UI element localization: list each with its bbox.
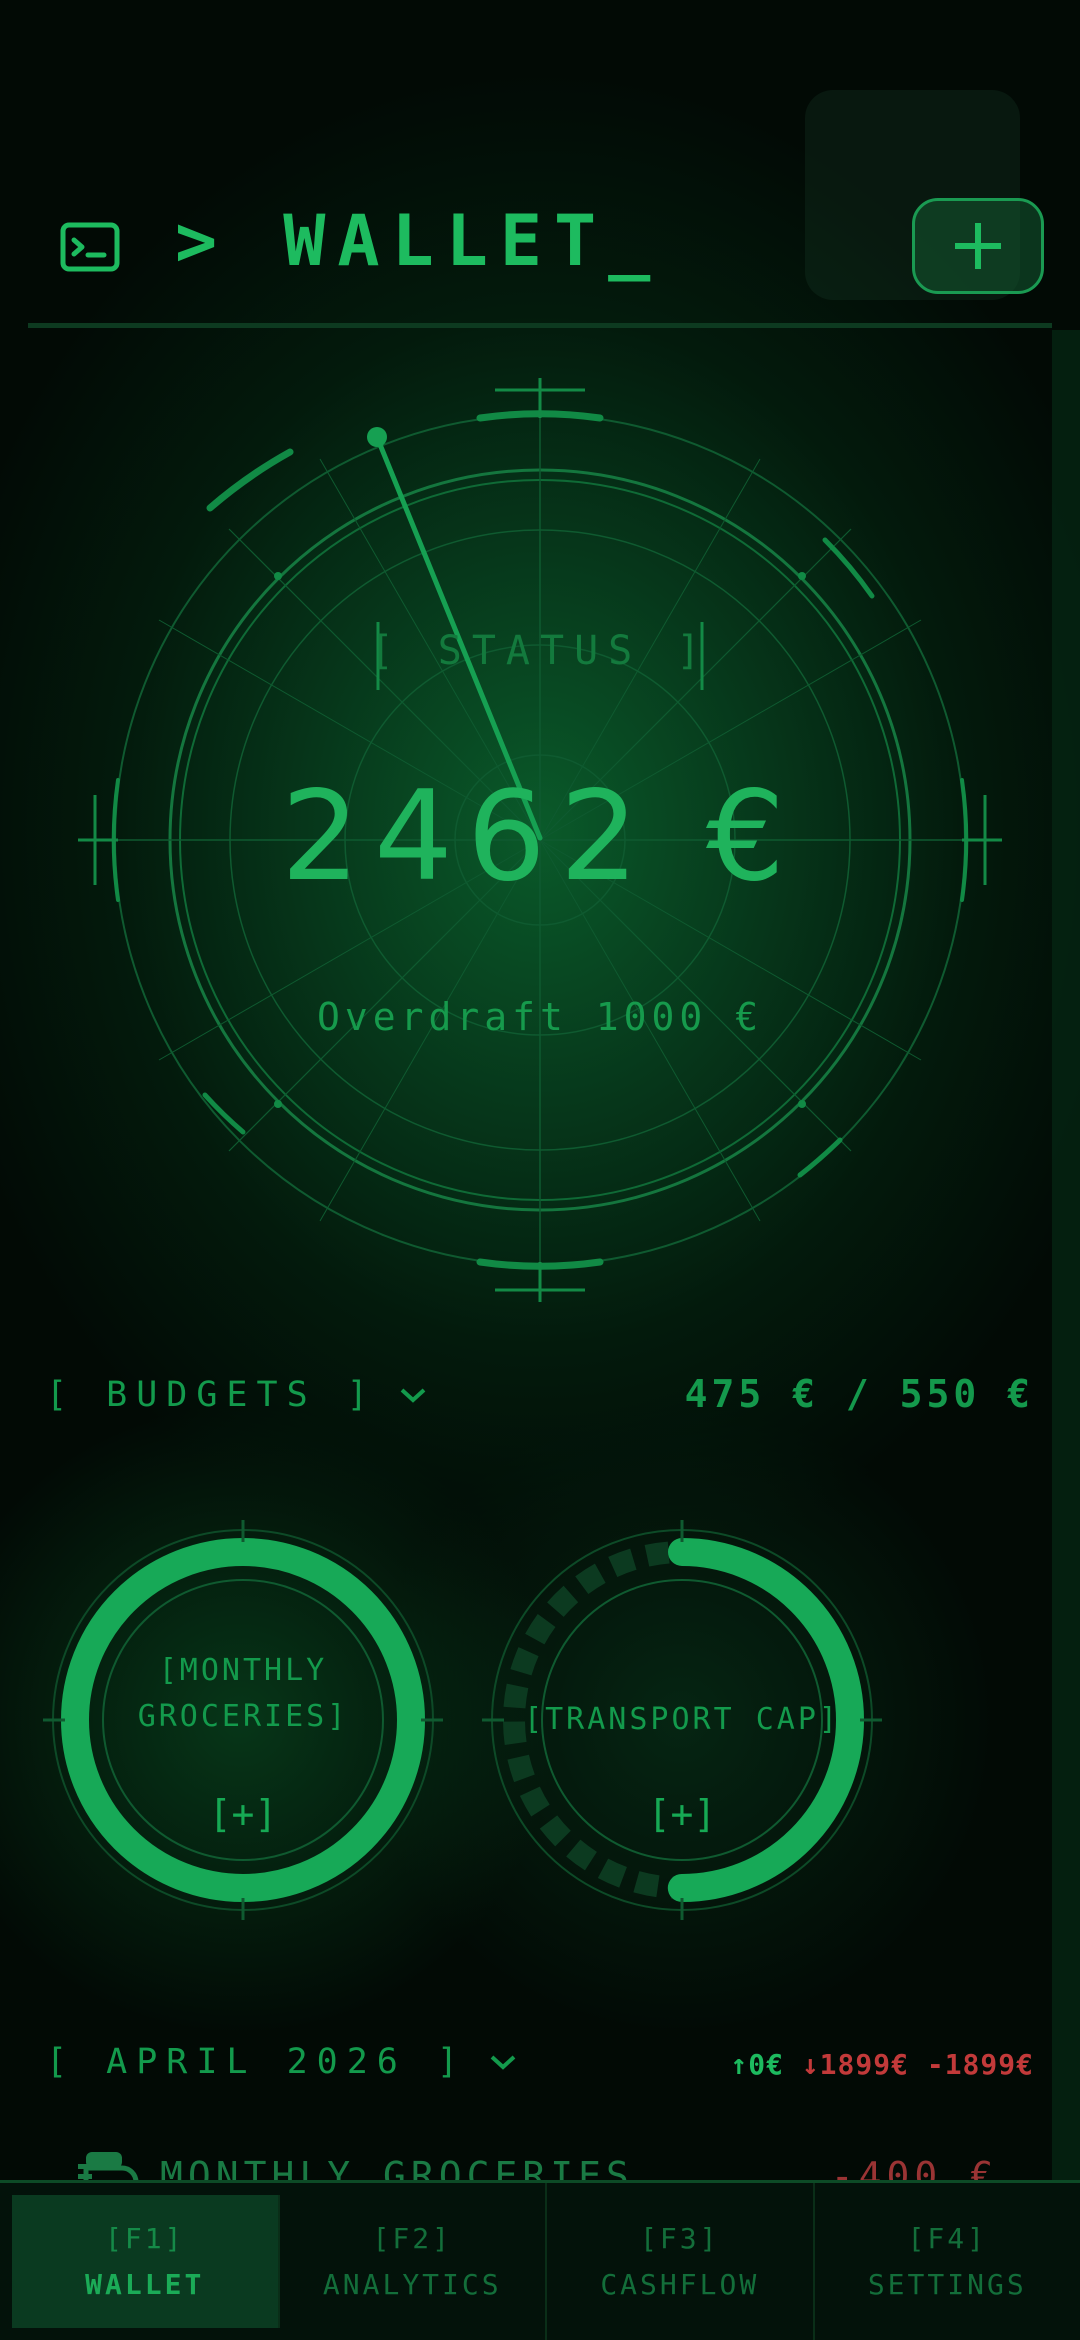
month-summary: ↑0€ ↓1899€ -1899€ [730,2048,1034,2081]
page-title: > WALLET_ [175,200,663,282]
tab-label: SETTINGS [867,2267,1027,2301]
tab-analytics[interactable]: [F2] ANALYTICS [280,2183,547,2340]
app-header: > WALLET_ [0,0,1080,330]
tab-label: WALLET [85,2267,205,2301]
month-label: [ APRIL 2026 ] [46,2042,468,2082]
plus-icon [955,223,1001,269]
overdraft-limit: Overdraft 1000 € [316,995,764,1039]
chevron-down-icon [400,1388,426,1403]
bottom-nav: [F1] WALLET [F2] ANALYTICS [F3] CASHFLOW… [0,2180,1080,2340]
budget-ring-transport[interactable]: [TRANSPORT CAP] [+] [482,1520,882,1920]
budget-name: [TRANSPORT CAP] [524,1702,840,1737]
balance-value: 2462 € [281,765,799,909]
add-expense-button[interactable]: [+] [482,1792,882,1836]
budgets-toggle[interactable]: [ BUDGETS ] [46,1375,427,1415]
tab-wallet[interactable]: [F1] WALLET [12,2195,280,2328]
net-total: -1899€ [926,2048,1034,2081]
budget-total: 475 € / 550 € [684,1372,1034,1416]
chevron-down-icon [490,2055,516,2070]
tab-key: [F1] [105,2221,185,2255]
budget-ring-groceries[interactable]: [MONTHLY GROCERIES] [+] [43,1520,443,1920]
tab-label: CASHFLOW [600,2267,760,2301]
status-label: [ STATUS ] [369,628,711,674]
add-expense-button[interactable]: [+] [43,1792,443,1836]
expense-total: ↓1899€ [801,2048,909,2081]
budget-name-line2: GROCERIES] [137,1699,349,1734]
budgets-label: [ BUDGETS ] [46,1375,377,1415]
tab-key: [F4] [907,2221,987,2255]
tab-cashflow[interactable]: [F3] CASHFLOW [547,2183,815,2340]
income-total: ↑0€ [730,2048,784,2081]
header-divider [28,323,1052,328]
terminal-icon [60,222,120,272]
tab-label: ANALYTICS [322,2267,502,2301]
budget-name: [MONTHLY [158,1653,328,1688]
month-selector[interactable]: [ APRIL 2026 ] [46,2042,517,2082]
tab-settings[interactable]: [F4] SETTINGS [815,2183,1080,2340]
add-button[interactable] [912,198,1044,294]
tab-key: [F3] [640,2221,720,2255]
tab-key: [F2] [372,2221,452,2255]
